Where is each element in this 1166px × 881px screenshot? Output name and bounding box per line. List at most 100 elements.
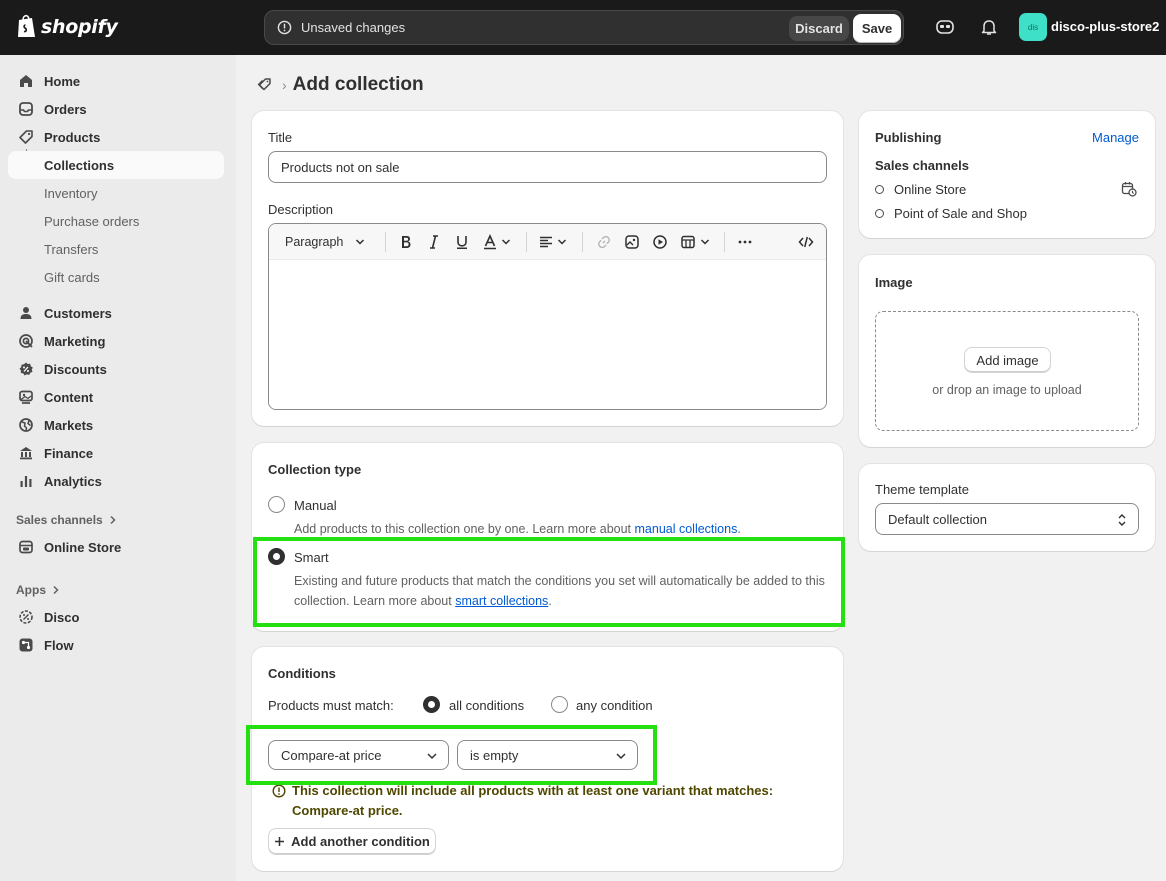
align-dropdown[interactable] [539,232,567,252]
bold-button[interactable] [399,232,413,252]
sidebar-item-collections[interactable]: Collections [8,151,224,179]
plus-icon [275,837,285,846]
schedule-calendar-icon[interactable] [1121,181,1137,197]
breadcrumb-separator: › [282,77,287,93]
channel-online-store: Online Store [875,182,966,197]
sidebar-item-finance[interactable]: Finance [8,439,224,467]
sidebar-item-analytics[interactable]: Analytics [8,467,224,495]
sales-channels-heading: Sales channels [875,158,969,173]
image-heading: Image [875,275,913,290]
store-avatar[interactable]: dis [1019,13,1047,41]
sidekick-icon[interactable] [935,17,955,37]
manual-radio[interactable] [268,496,285,513]
any-condition-radio[interactable] [551,696,568,713]
bell-icon[interactable] [979,17,999,37]
more-options-button[interactable] [737,232,753,252]
sidebar-item-customers[interactable]: Customers [8,299,224,327]
theme-template-select[interactable]: Default collection [875,503,1139,535]
sidebar-item-gift-cards[interactable]: Gift cards [8,263,224,291]
insert-image-button[interactable] [624,232,640,252]
add-another-condition-button[interactable]: Add another condition [268,828,436,855]
manage-link[interactable]: Manage [1092,130,1139,145]
channel-status-dot [875,209,884,218]
sidebar-item-label: Gift cards [44,270,100,285]
sidebar-item-markets[interactable]: Markets [8,411,224,439]
toolbar-divider [526,232,527,252]
toolbar-divider [582,232,583,252]
table-dropdown[interactable] [680,232,710,252]
manual-label[interactable]: Manual [294,498,337,513]
sidebar-item-online-store[interactable]: Online Store [8,533,224,561]
sidebar-item-discounts[interactable]: Discounts [8,355,224,383]
sidebar-item-inventory[interactable]: Inventory [8,179,224,207]
apps-section[interactable]: Apps [16,583,60,597]
code-view-button[interactable] [798,232,814,252]
align-left-icon [540,236,552,248]
toolbar-divider [385,232,386,252]
sidebar-item-label: Content [44,390,94,405]
sidebar-item-label: Collections [44,158,115,173]
sidebar-item-transfers[interactable]: Transfers [8,235,224,263]
sidebar-item-label: Flow [44,638,74,653]
italic-button[interactable] [428,232,440,252]
sidebar-item-label: Transfers [44,242,99,257]
any-condition-label[interactable]: any condition [576,698,653,713]
theme-template-card: Theme template Default collection [859,464,1155,551]
image-dropzone[interactable]: Add image or drop an image to upload [875,311,1139,431]
sidebar-item-purchase-orders[interactable]: Purchase orders [8,207,224,235]
sales-channels-section[interactable]: Sales channels [16,513,117,527]
underline-button[interactable] [455,232,469,252]
logo-text: shopify [41,15,118,38]
sidebar-item-disco[interactable]: Disco [8,603,224,631]
manual-help-period: . [737,522,741,536]
sidebar-item-orders[interactable]: Orders [8,95,224,123]
add-condition-label: Add another condition [291,834,430,849]
sidebar-item-flow[interactable]: Flow [8,631,224,659]
paragraph-label: Paragraph [285,235,344,249]
table-icon [681,235,695,249]
channel-label: Point of Sale and Shop [894,206,1027,221]
sidebar-item-marketing[interactable]: Marketing [8,327,224,355]
chevron-right-icon [110,515,116,525]
description-text-area[interactable] [269,260,826,409]
top-bar: shopify Unsaved changes Discard Save dis… [0,0,1166,55]
shopify-logo[interactable]: shopify [16,14,118,39]
select-arrows-icon [1118,514,1126,526]
shopify-bag-icon [18,14,35,37]
add-image-button[interactable]: Add image [964,347,1051,373]
insert-video-button[interactable] [652,232,668,252]
sidebar-item-label: Discounts [44,362,107,377]
disco-icon [19,610,33,624]
orders-icon [19,102,33,116]
sidebar-item-label: Marketing [44,334,106,349]
add-image-label: Add image [976,352,1039,368]
save-button[interactable]: Save [853,14,901,43]
underline-icon [457,236,467,250]
collections-tag-icon[interactable] [256,76,274,94]
sidebar-item-products[interactable]: Products [8,123,224,151]
italic-icon [430,235,438,249]
info-icon [272,784,286,798]
title-input[interactable]: Products not on sale [268,151,827,183]
all-conditions-label[interactable]: all conditions [449,698,524,713]
store-name[interactable]: disco-plus-store2 [1051,19,1159,34]
chevron-right-icon [53,585,59,595]
paragraph-dropdown[interactable]: Paragraph [285,232,365,252]
link-button[interactable] [596,232,612,252]
bank-icon [20,447,32,460]
sidebar-item-label: Inventory [44,186,98,201]
discard-button[interactable]: Discard [789,16,849,41]
sidebar-item-content[interactable]: Content [8,383,224,411]
toolbar-divider [724,232,725,252]
alert-circle-icon [277,20,292,35]
store-icon [19,540,33,554]
channel-label: Online Store [894,182,967,197]
text-color-dropdown[interactable] [483,232,511,252]
unsaved-changes-bar: Unsaved changes Discard Save [264,10,904,45]
all-conditions-radio[interactable] [423,696,440,713]
sidebar-item-label: Home [44,74,81,89]
sidebar-item-home[interactable]: Home [8,67,224,95]
globe-icon [19,418,33,432]
manual-collections-link[interactable]: manual collections [635,522,738,536]
apps-label: Apps [16,583,46,597]
